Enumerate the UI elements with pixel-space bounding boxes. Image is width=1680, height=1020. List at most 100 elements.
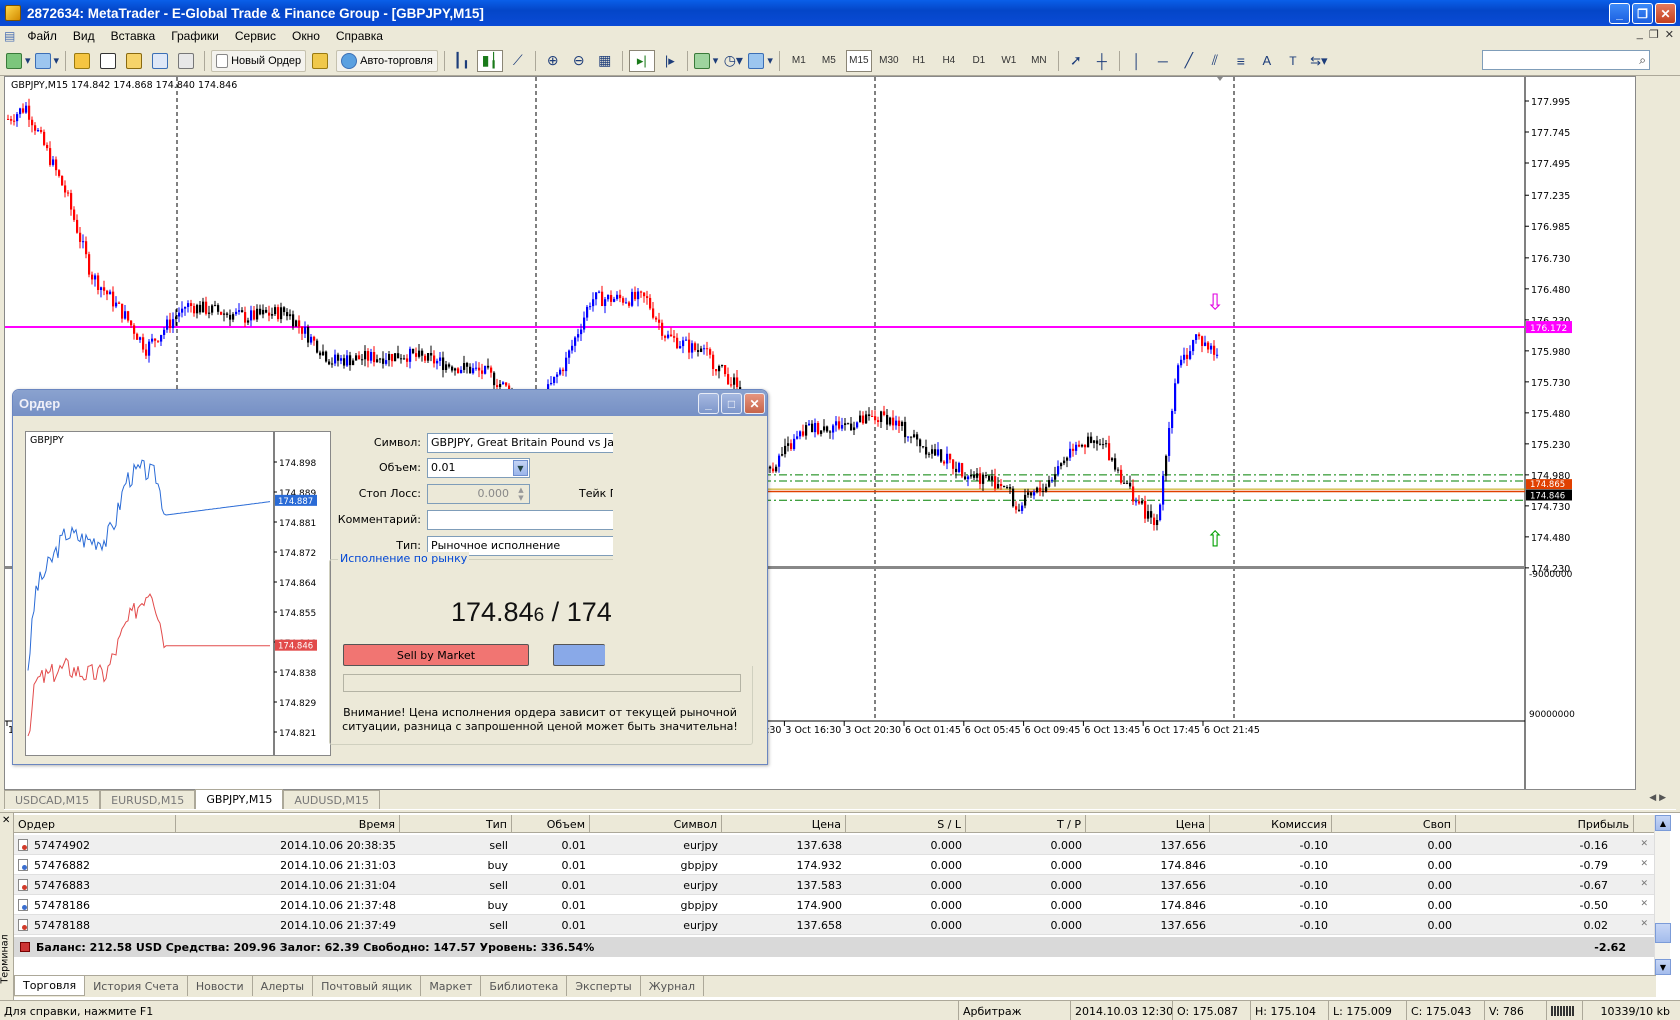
symbol-select[interactable]: GBPJPY, Great Britain Pound vs Japar [427, 433, 627, 453]
menu-tools[interactable]: Сервис [227, 29, 284, 43]
trendline-icon[interactable]: ╱ [1178, 50, 1200, 72]
tabs-scroll-icon[interactable]: ◀ ▶ [1649, 793, 1666, 803]
fibonacci-icon[interactable]: ≡ [1230, 50, 1252, 72]
templates-icon[interactable]: ▾ [748, 50, 773, 72]
vertical-line-icon[interactable]: │ [1126, 50, 1148, 72]
terminal-tab[interactable]: История Счета [85, 976, 188, 996]
table-row[interactable]: 57478186 2014.10.06 21:37:48 buy 0.01 gbpjpy… [14, 895, 1656, 915]
search-input[interactable]: ⌕ [1482, 50, 1650, 70]
tf-d1[interactable]: D1 [966, 50, 992, 72]
menu-file[interactable]: Файл [19, 29, 65, 43]
autoscroll-icon[interactable]: ▸| [628, 49, 655, 72]
column-header[interactable]: Объем [512, 815, 590, 833]
new-chart-button[interactable]: ▾ [6, 50, 31, 72]
terminal-tab[interactable]: Журнал [641, 976, 705, 996]
column-header[interactable]: Тип [400, 815, 512, 833]
column-header[interactable]: Комиссия [1210, 815, 1332, 833]
terminal-tab[interactable]: Почтовый ящик [313, 976, 422, 996]
dialog-maximize-button[interactable]: □ [721, 393, 742, 414]
text-label-icon[interactable]: T [1282, 50, 1304, 72]
column-header[interactable]: Прибыль [1456, 815, 1634, 833]
comment-input[interactable] [427, 510, 627, 530]
mdi-close-icon[interactable]: ✕ [1665, 28, 1674, 41]
autotrade-button[interactable]: Авто-торговля [336, 49, 438, 72]
column-header[interactable]: Время [176, 815, 400, 833]
metaeditor-button[interactable] [310, 50, 332, 72]
tab-gbpjpy[interactable]: GBPJPY,M15 [195, 789, 284, 809]
data-window-button[interactable] [98, 50, 120, 72]
mdi-minimize-icon[interactable]: _ [1637, 28, 1643, 41]
column-header[interactable]: Символ [590, 815, 722, 833]
tf-h4[interactable]: H4 [936, 50, 962, 72]
tf-m30[interactable]: M30 [876, 50, 902, 72]
dialog-close-button[interactable]: ✕ [744, 393, 765, 414]
menu-insert[interactable]: Вставка [103, 29, 164, 43]
menu-help[interactable]: Справка [328, 29, 391, 43]
indicators-icon[interactable]: ▾ [693, 50, 718, 72]
navigator-button[interactable] [124, 50, 146, 72]
strategy-tester-button[interactable] [176, 50, 198, 72]
column-header[interactable]: Цена [722, 815, 846, 833]
volume-select[interactable]: 0.01 ▼ [427, 458, 530, 478]
minimize-button[interactable]: _ [1609, 3, 1630, 24]
mdi-restore-icon[interactable]: ❐ [1649, 28, 1659, 41]
spinner-icon[interactable]: ▲ ▼ [514, 486, 528, 502]
chevron-down-icon[interactable]: ▼ [513, 460, 528, 476]
arrows-icon[interactable]: ⇆▾ [1308, 50, 1330, 72]
tab-audusd[interactable]: AUDUSD,M15 [283, 790, 380, 809]
tf-m15[interactable]: M15 [845, 49, 872, 72]
status-profile[interactable]: Арбитраж [958, 1001, 1070, 1020]
terminal-tab[interactable]: Торговля [14, 976, 86, 996]
cursor-icon[interactable]: ➚ [1065, 50, 1087, 72]
close-order-icon[interactable]: ✕ [1640, 879, 1648, 889]
scroll-down-icon[interactable]: ▼ [1655, 959, 1671, 975]
order-dialog-titlebar[interactable]: Ордер _ □ ✕ [13, 390, 767, 416]
terminal-tab[interactable]: Маркет [421, 976, 482, 996]
terminal-tab[interactable]: Алерты [253, 976, 314, 996]
close-order-icon[interactable]: ✕ [1640, 839, 1648, 849]
market-watch-button[interactable] [72, 50, 94, 72]
scroll-up-icon[interactable]: ▲ [1655, 815, 1671, 831]
terminal-tab[interactable]: Библиотека [481, 976, 568, 996]
terminal-tab[interactable]: Эксперты [567, 976, 641, 996]
table-row[interactable]: 57474902 2014.10.06 20:38:35 sell 0.01 eurjp… [14, 835, 1656, 855]
tf-m1[interactable]: M1 [786, 50, 812, 72]
close-button[interactable]: ✕ [1655, 3, 1676, 24]
line-chart-icon[interactable]: ⟋ [507, 50, 529, 72]
tf-mn[interactable]: MN [1026, 50, 1052, 72]
stoploss-field[interactable]: 0.000 ▲ ▼ [427, 484, 530, 504]
channel-icon[interactable]: ⫽ [1204, 50, 1226, 72]
menu-view[interactable]: Вид [65, 29, 103, 43]
column-header[interactable]: T / P [966, 815, 1086, 833]
restore-button[interactable]: ❐ [1632, 3, 1653, 24]
tf-m5[interactable]: M5 [816, 50, 842, 72]
terminal-close-icon[interactable]: ✕ [2, 815, 10, 826]
tile-windows-icon[interactable]: ▦ [594, 50, 616, 72]
zoom-in-icon[interactable]: ⊕ [542, 50, 564, 72]
new-order-button[interactable]: Новый Ордер [211, 49, 307, 72]
table-row[interactable]: 57478188 2014.10.06 21:37:49 sell 0.01 eurjp… [14, 915, 1656, 935]
menu-window[interactable]: Окно [284, 29, 328, 43]
menu-charts[interactable]: Графики [163, 29, 227, 43]
sell-by-market-button[interactable]: Sell by Market [343, 644, 529, 666]
column-header[interactable]: S / L [846, 815, 966, 833]
dialog-minimize-button[interactable]: _ [698, 393, 719, 414]
tab-eurusd[interactable]: EURUSD,M15 [100, 790, 196, 809]
search-icon[interactable]: ⌕ [1639, 53, 1646, 68]
column-header[interactable]: Своп [1332, 815, 1456, 833]
tf-h1[interactable]: H1 [906, 50, 932, 72]
periods-clock-icon[interactable]: ◷▾ [722, 50, 744, 72]
tab-usdcad[interactable]: USDCAD,M15 [4, 790, 101, 809]
profiles-button[interactable]: ▾ [34, 50, 59, 72]
terminal-tab[interactable]: Новости [188, 976, 253, 996]
horizontal-line-icon[interactable]: ─ [1152, 50, 1174, 72]
column-header[interactable]: Ордер [14, 815, 176, 833]
table-row[interactable]: 57476883 2014.10.06 21:31:04 sell 0.01 eurjp… [14, 875, 1656, 895]
text-icon[interactable]: A [1256, 50, 1278, 72]
close-order-icon[interactable]: ✕ [1640, 919, 1648, 929]
scroll-thumb[interactable] [1655, 923, 1671, 943]
candlestick-chart-icon[interactable]: ▮╽ [476, 49, 503, 72]
table-row[interactable]: 57476882 2014.10.06 21:31:03 buy 0.01 gbpjpy… [14, 855, 1656, 875]
column-header[interactable]: Цена [1086, 815, 1210, 833]
buy-by-market-button[interactable] [553, 644, 605, 666]
